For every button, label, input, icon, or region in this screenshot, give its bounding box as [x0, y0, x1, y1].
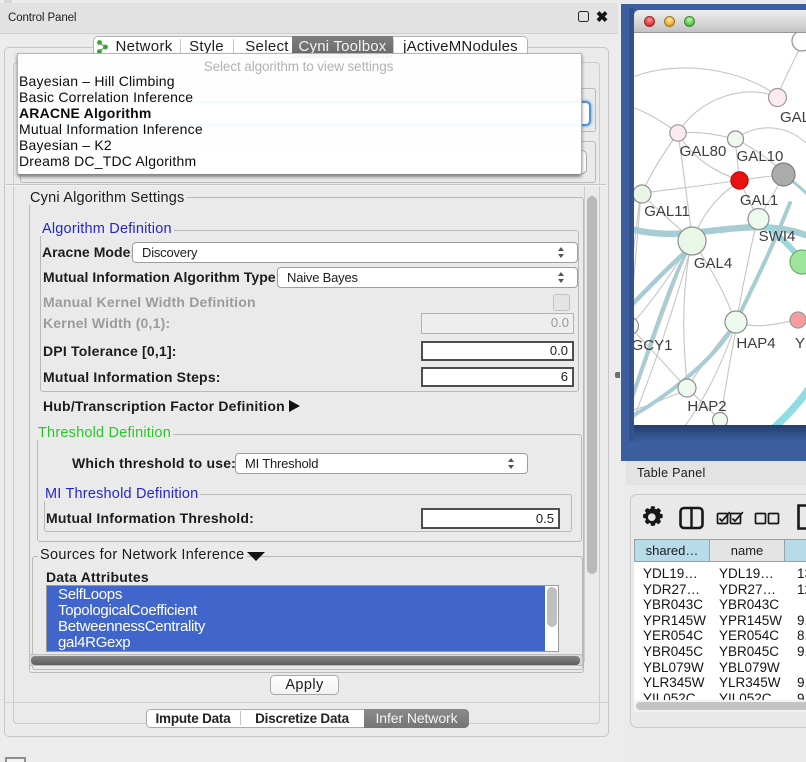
svg-text:GAL11: GAL11 — [644, 203, 690, 220]
svg-text:GAL80: GAL80 — [680, 143, 727, 160]
svg-text:GAL4: GAL4 — [694, 255, 732, 272]
svg-text:HAP4: HAP4 — [736, 335, 775, 352]
svg-text:YB: YB — [795, 335, 806, 352]
svg-text:GAL7: GAL7 — [780, 109, 806, 126]
svg-text:SWI4: SWI4 — [759, 228, 796, 245]
svg-text:HAP2: HAP2 — [687, 398, 726, 415]
svg-text:GCY1: GCY1 — [634, 337, 672, 354]
svg-text:GAL10: GAL10 — [737, 148, 784, 165]
svg-text:GAL1: GAL1 — [740, 192, 778, 209]
